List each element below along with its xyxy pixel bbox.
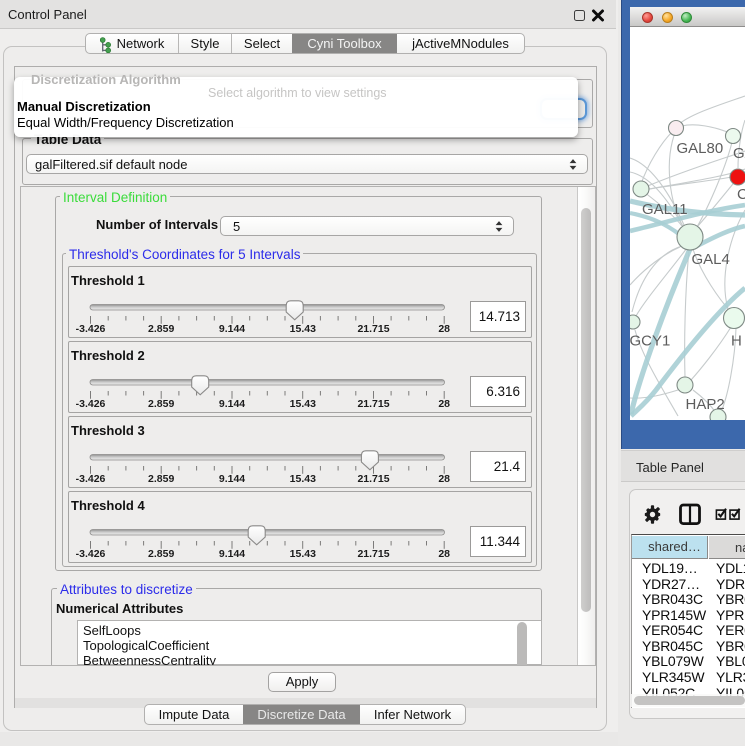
svg-text:C: C <box>737 186 745 203</box>
svg-text:H: H <box>731 333 742 350</box>
svg-text:HAP2: HAP2 <box>686 396 725 413</box>
svg-text:GAL80: GAL80 <box>677 140 724 157</box>
svg-text:GA: GA <box>733 145 745 162</box>
svg-text:GAL4: GAL4 <box>692 251 730 268</box>
svg-text:GCY1: GCY1 <box>630 333 670 350</box>
svg-text:GAL11: GAL11 <box>642 201 688 218</box>
